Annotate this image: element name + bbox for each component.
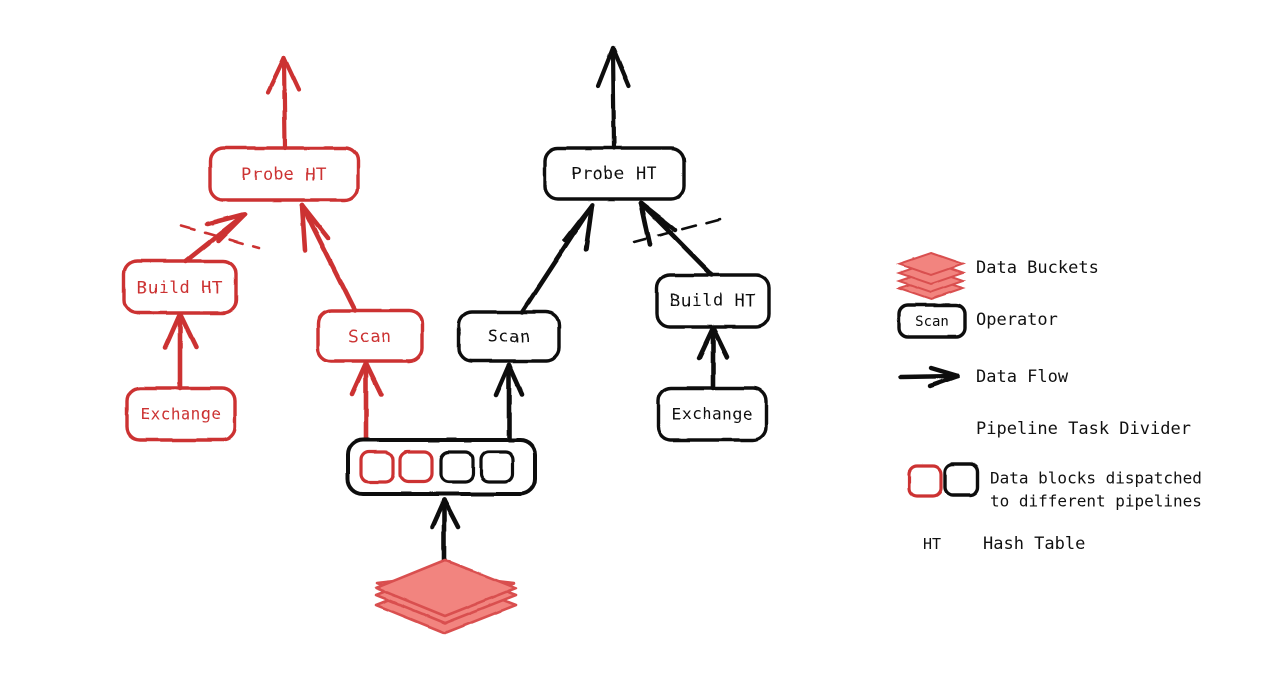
legend-item-operator: Scan Operator [897,303,1058,339]
arrow-scan-to-probe-right [519,202,595,315]
legend: Data Buckets Scan Operator Data Flow Pip… [895,251,1202,554]
two-squares-icon [907,462,980,498]
node-label: Build HT [137,278,223,298]
node-label: Build HT [670,291,756,311]
arrow-blocks-to-scan-left [349,360,384,443]
left-output-arrow [265,55,302,151]
legend-label: Pipeline Task Divider [976,419,1191,439]
arrow-exchange-to-build-left [162,311,199,391]
legend-item-task-divider: Pipeline Task Divider [898,419,1191,439]
ht-text-icon: HT [923,535,941,553]
arrow-build-to-probe-right [638,200,715,278]
node-label: Probe HT [241,165,327,185]
legend-label-line1: Data blocks dispatched [990,469,1202,488]
node-label: Probe HT [571,164,657,184]
legend-label: Operator [976,310,1058,330]
legend-item-data-blocks: Data blocks dispatched to different pipe… [907,462,1202,511]
node-exchange-right[interactable]: Exchange [656,386,768,442]
node-scan-left[interactable]: Scan [316,309,424,363]
node-probe-ht-right[interactable]: Probe HT [543,146,686,201]
operator-box-icon: Scan [897,303,967,339]
node-label: Scan [488,327,531,347]
legend-item-data-buckets: Data Buckets [895,251,1099,301]
legend-label: Data Buckets [976,258,1099,278]
node-label: Exchange [140,405,221,424]
arrow-buckets-to-blocks [429,497,461,563]
node-exchange-left[interactable]: Exchange [125,386,237,442]
pipeline-execution-diagram: Probe HT Build HT Scan Exchange Probe HT… [122,45,1202,635]
legend-item-hash-table: HT Hash Table [923,534,1085,554]
node-label: Scan [349,327,392,347]
data-blocks-container[interactable] [346,438,537,496]
data-buckets-stack[interactable] [374,558,518,635]
bucket-stack-icon [895,251,967,301]
left-pipeline-group: Probe HT Build HT Scan Exchange [122,55,424,443]
arrow-right-icon [898,365,961,389]
node-probe-ht-left[interactable]: Probe HT [208,146,360,202]
legend-label-line2: to different pipelines [990,492,1202,511]
node-build-ht-left[interactable]: Build HT [122,259,238,315]
legend-label: Data Flow [976,367,1069,387]
arrow-scan-to-probe-left [299,202,358,314]
diagram-canvas: Probe HT Build HT Scan Exchange Probe HT… [0,0,1280,678]
operator-icon-text: Scan [915,314,949,330]
arrow-exchange-to-build-right [696,325,730,391]
arrow-blocks-to-scan-right [493,362,525,443]
arrow-build-to-probe-left [183,211,248,264]
right-pipeline-group: Probe HT Build HT Scan Exchange [457,45,771,443]
legend-item-data-flow: Data Flow [898,365,1069,389]
node-label: Exchange [671,405,752,424]
node-scan-right[interactable]: Scan [457,310,561,363]
legend-label: Hash Table [983,534,1085,554]
right-output-arrow [595,45,632,151]
node-build-ht-right[interactable]: Build HT [655,273,771,329]
